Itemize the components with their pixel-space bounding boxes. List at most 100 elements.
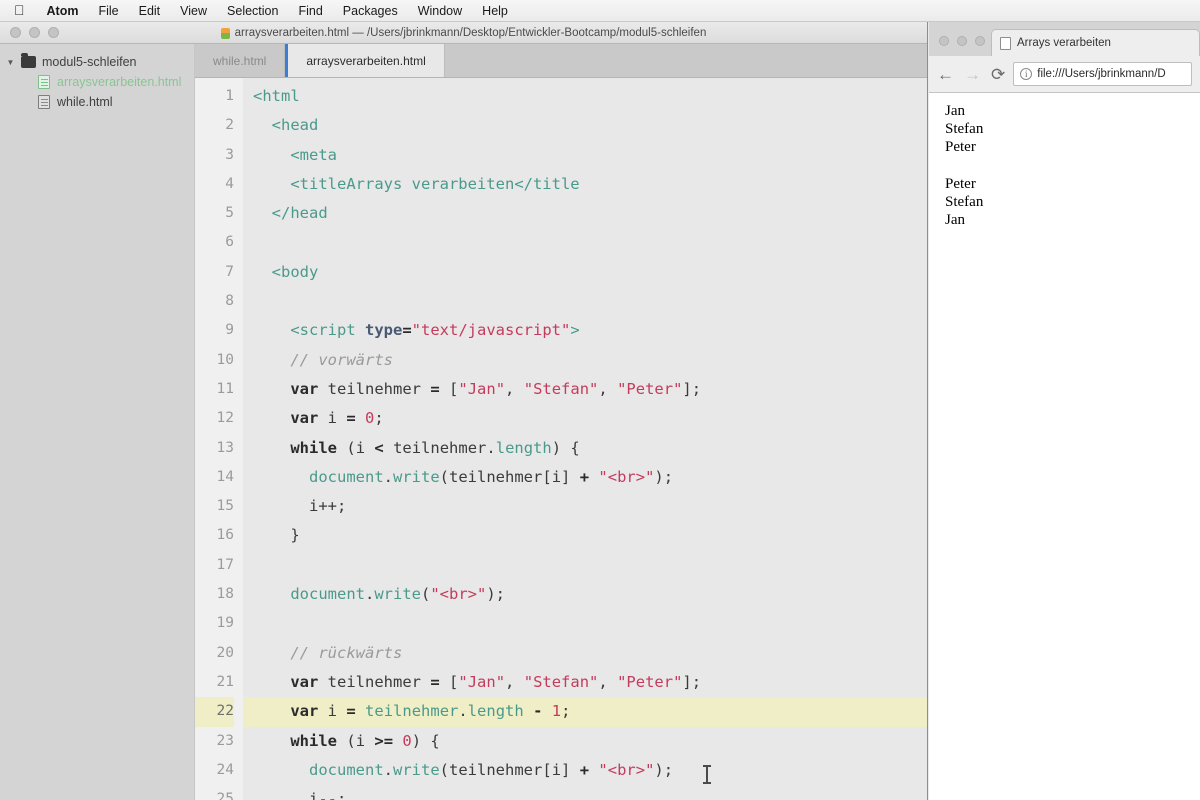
line-number: 3 [225, 146, 234, 163]
close-button[interactable] [939, 36, 949, 46]
line-number: 15 [216, 498, 234, 515]
line-number: 21 [216, 673, 234, 690]
tree-root-folder[interactable]: ▼ modul5-schleifen [0, 52, 194, 72]
address-bar[interactable]: i file:///Users/jbrinkmann/D [1013, 62, 1192, 86]
browser-tab[interactable]: Arrays verarbeiten [991, 29, 1200, 56]
atom-body: ▼ modul5-schleifen arraysverarbeiten.htm… [0, 44, 927, 800]
line-number: 2 [225, 117, 234, 134]
code-line: </head [271, 204, 328, 223]
code-line: // rückwärts [290, 643, 403, 662]
page-text-line: Peter [945, 139, 976, 156]
menu-item-help[interactable]: Help [472, 4, 518, 18]
line-number: 17 [216, 556, 234, 573]
back-button[interactable]: ← [937, 66, 954, 83]
line-number: 10 [216, 351, 234, 368]
browser-tabstrip: Arrays verarbeiten [929, 22, 1200, 56]
code-line: <head [271, 116, 319, 135]
forward-button[interactable]: → [964, 66, 981, 83]
code-line: var teilnehmer = ["Jan", "Stefan", "Pete… [290, 672, 702, 691]
code-line: <meta [290, 145, 337, 164]
line-number: 12 [216, 410, 234, 427]
line-number: 11 [216, 380, 234, 397]
code-line: document.write("<br>"); [290, 585, 506, 604]
line-number: 19 [216, 615, 234, 632]
info-circle-icon[interactable]: i [1020, 68, 1033, 80]
menu-item-selection[interactable]: Selection [217, 4, 288, 18]
tree-item-label: while.html [57, 95, 113, 109]
apple-logo-icon[interactable]:  [8, 3, 37, 17]
line-number: 22 [195, 697, 234, 727]
tree-item-arraysverarbeiten[interactable]: arraysverarbeiten.html [0, 72, 194, 92]
address-bar-url: file:///Users/jbrinkmann/D [1037, 68, 1166, 80]
line-number: 24 [216, 761, 234, 778]
atom-window-title-wrap: arraysverarbeiten.html — /Users/jbrinkma… [0, 27, 927, 39]
chevron-down-icon[interactable]: ▼ [6, 58, 15, 67]
browser-window-controls [929, 36, 985, 56]
line-number: 7 [225, 263, 234, 280]
code-editor[interactable]: 1 2 3 4 5 6 7 8 9 10 11 12 13 14 15 16 17 18 19 20 21 22 23 24 2… [195, 78, 927, 800]
menu-item-view[interactable]: View [170, 4, 217, 18]
line-number: 6 [225, 234, 234, 251]
code-text-area[interactable]: <html <head <meta <titleArrays verarbeit… [243, 78, 927, 800]
editor-tabbar: while.html arraysverarbeiten.html [195, 44, 927, 78]
browser-tab-title: Arrays verarbeiten [1017, 37, 1111, 49]
editor-column: while.html arraysverarbeiten.html 123456… [195, 44, 927, 800]
code-line: document.write(teilnehmer[i] + "<br>"); [309, 467, 674, 486]
file-icon [38, 95, 50, 109]
line-number: 5 [225, 205, 234, 222]
folder-icon [21, 53, 36, 68]
code-line: <script type="text/javascript"> [290, 321, 580, 340]
line-number: 9 [225, 322, 234, 339]
code-line: // vorwärts [290, 350, 393, 369]
minimize-button[interactable] [957, 36, 967, 46]
code-line: var i = teilnehmer.length - 1; [243, 697, 927, 727]
tree-item-label: arraysverarbeiten.html [57, 75, 182, 89]
file-icon [38, 75, 50, 89]
tab-label: arraysverarbeiten.html [306, 53, 426, 68]
page-text-line: Jan [945, 103, 965, 119]
menu-item-edit[interactable]: Edit [129, 4, 171, 18]
page-text-line: Peter [945, 175, 976, 192]
line-number: 1 [225, 88, 234, 104]
tree-item-while[interactable]: while.html [0, 92, 194, 112]
atom-window: arraysverarbeiten.html — /Users/jbrinkma… [0, 22, 928, 800]
menu-item-atom[interactable]: Atom [37, 4, 89, 18]
atom-window-title: arraysverarbeiten.html — /Users/jbrinkma… [234, 26, 707, 39]
page-text-line: Stefan [945, 121, 984, 138]
browser-toolbar: ← → ⟳ i file:///Users/jbrinkmann/D [929, 56, 1200, 93]
macos-menubar:  Atom File Edit View Selection Find Pac… [0, 0, 1200, 22]
tab-while-html[interactable]: while.html [195, 44, 286, 77]
line-number: 20 [216, 644, 234, 661]
code-line: while (i >= 0) { [290, 731, 440, 750]
text-cursor-pointer [703, 765, 711, 784]
zoom-button[interactable] [975, 36, 985, 46]
tab-label: while.html [213, 53, 267, 68]
tab-arraysverarbeiten-html[interactable]: arraysverarbeiten.html [285, 44, 445, 77]
code-line: <html [253, 87, 300, 105]
menu-item-window[interactable]: Window [408, 4, 472, 18]
atom-file-icon [220, 28, 230, 39]
line-number-gutter: 1 2 3 4 5 6 7 8 9 10 11 12 13 14 15 16 17 18 19 20 21 22 23 24 2… [195, 78, 243, 800]
line-number: 14 [216, 468, 234, 485]
browser-page-content: Jan Stefan Peter Peter Stefan Jan [929, 93, 1200, 800]
tree-view: ▼ modul5-schleifen arraysverarbeiten.htm… [0, 44, 195, 800]
line-number: 16 [216, 527, 234, 544]
page-text-line: Stefan [945, 194, 984, 210]
code-line: while (i < teilnehmer.length) { [290, 438, 580, 457]
menu-item-find[interactable]: Find [288, 4, 332, 18]
page-icon [1000, 36, 1011, 50]
line-number: 4 [225, 175, 234, 192]
menu-item-packages[interactable]: Packages [333, 4, 408, 18]
code-line: i++; [309, 497, 347, 516]
code-line: i--; [309, 790, 347, 800]
code-line: } [290, 526, 300, 545]
tabbar-filler [444, 44, 927, 77]
reload-button[interactable]: ⟳ [991, 66, 1005, 83]
menu-item-file[interactable]: File [88, 4, 128, 18]
atom-titlebar: arraysverarbeiten.html — /Users/jbrinkma… [0, 22, 927, 44]
line-number: 18 [216, 586, 234, 603]
browser-window: Arrays verarbeiten ← → ⟳ i file:///Users… [929, 22, 1200, 800]
tree-root-label: modul5-schleifen [42, 55, 137, 69]
